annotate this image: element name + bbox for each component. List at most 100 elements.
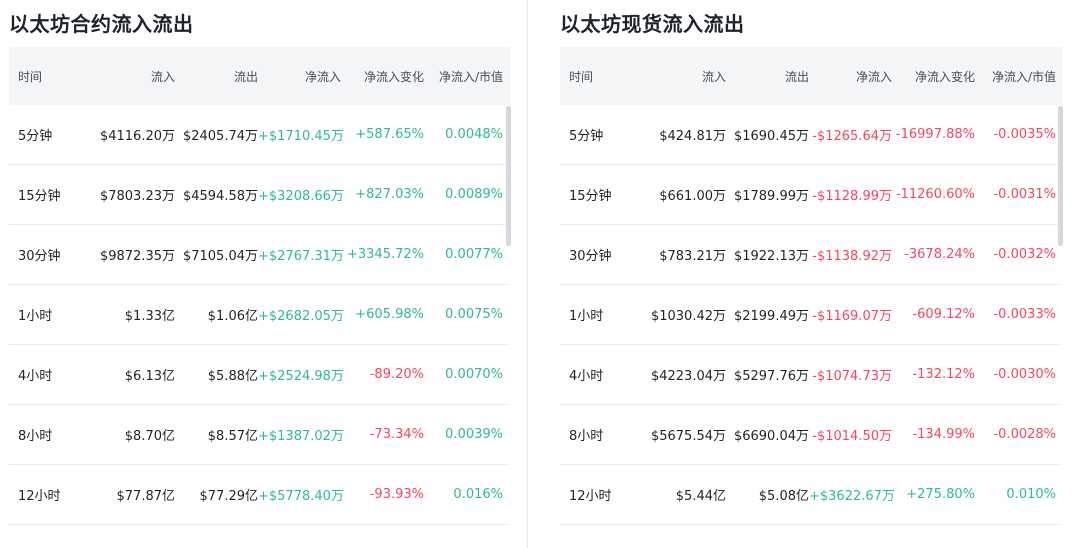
net-inflow-cell: +$2682.05万 [258,309,344,324]
time-cell: 1小时 [569,309,604,324]
header-net-change: 净流入变化 [914,69,975,84]
time-cell: 12小时 [18,489,61,504]
net-change-cell: -3678.24% [904,247,975,262]
inflow-cell: $9872.35万 [99,249,175,264]
table-row: 12小时 $77.87亿 $77.29亿 +$5778.40万 -93.93% 0.016… [9,465,510,525]
outflow-cell: $5.88亿 [207,369,258,384]
table-row: 8小时 $5675.54万 $6690.04万 -$1014.50万 -134.99% -… [560,405,1062,465]
time-cell: 15分钟 [18,189,61,204]
header-outflow: 流出 [233,69,258,84]
net-change-cell: +827.03% [355,187,424,202]
net-change-cell: -132.12% [912,367,975,382]
net-change-cell: -134.99% [912,427,975,442]
panel-title: 以太坊现货流入流出 [560,12,745,36]
panel-title: 以太坊合约流入流出 [9,12,194,36]
fund-flow-page: 以太坊合约流入流出 时间 流入 流出 净流入 净流入变化 净流入/市值 5分钟 $… [0,0,1074,548]
inflow-cell: $1030.42万 [650,309,726,324]
net-inflow-cell: -$1138.92万 [812,249,892,264]
table-row: 15分钟 $661.00万 $1789.99万 -$1128.99万 -11260.60… [560,165,1062,225]
net-inflow-cell: +$2767.31万 [258,249,344,264]
outflow-cell: $4594.58万 [182,189,258,204]
net-change-cell: +3345.72% [346,247,424,262]
time-cell: 8小时 [18,429,53,444]
time-cell: 4小时 [18,369,53,384]
inflow-cell: $7803.23万 [99,189,175,204]
inflow-cell: $4116.20万 [99,129,175,144]
table-row: 5分钟 $424.81万 $1690.45万 -$1265.64万 -16997.88%… [560,105,1062,165]
panel-divider [527,0,528,548]
header-outflow: 流出 [784,69,809,84]
outflow-cell: $6690.04万 [733,429,809,444]
net-inflow-cell: -$1265.64万 [812,129,892,144]
header-time: 时间 [18,69,43,84]
header-net-inflow: 净流入 [304,69,341,84]
table-row: 30分钟 $783.21万 $1922.13万 -$1138.92万 -3678.24%… [560,225,1062,285]
table-row: 1小时 $1030.42万 $2199.49万 -$1169.07万 -609.12% -… [560,285,1062,345]
net-inflow-cell: -$1128.99万 [812,189,892,204]
time-cell: 1小时 [18,309,53,324]
table-row: 12小时 $5.44亿 $5.08亿 +$3622.67万 +275.80% 0.010% [560,465,1062,525]
table-row: 5分钟 $4116.20万 $2405.74万 +$1710.45万 +587.65% 0… [9,105,510,165]
net-market-cap-cell: 0.010% [1006,487,1056,502]
outflow-cell: $2199.49万 [733,309,809,324]
net-inflow-cell: -$1074.73万 [812,369,892,384]
net-inflow-cell: -$1169.07万 [812,309,892,324]
net-change-cell: -93.93% [369,487,424,502]
table-header: 时间 流入 流出 净流入 净流入变化 净流入/市值 [560,47,1062,105]
table-header: 时间 流入 流出 净流入 净流入变化 净流入/市值 [9,47,510,105]
net-market-cap-cell: 0.0039% [445,427,503,442]
futures-flow-panel: 以太坊合约流入流出 时间 流入 流出 净流入 净流入变化 净流入/市值 5分钟 $… [0,0,527,548]
table-scrollbar[interactable] [506,106,511,246]
net-change-cell: -73.34% [369,427,424,442]
net-market-cap-cell: 0.0075% [445,307,503,322]
header-net-change: 净流入变化 [363,69,424,84]
net-change-cell: +275.80% [906,487,975,502]
time-cell: 30分钟 [18,249,61,264]
net-change-cell: -89.20% [369,367,424,382]
net-inflow-cell: +$2524.98万 [258,369,344,384]
net-market-cap-cell: -0.0035% [993,127,1056,142]
spot-flow-table: 时间 流入 流出 净流入 净流入变化 净流入/市值 5分钟 $424.81万 $16… [560,47,1062,525]
table-row: 30分钟 $9872.35万 $7105.04万 +$2767.31万 +3345.72… [9,225,510,285]
inflow-cell: $5675.54万 [650,429,726,444]
header-inflow: 流入 [701,69,726,84]
header-time: 时间 [569,69,594,84]
net-market-cap-cell: 0.016% [453,487,503,502]
table-row: 1小时 $1.33亿 $1.06亿 +$2682.05万 +605.98% 0.0075% [9,285,510,345]
net-inflow-cell: +$3208.66万 [258,189,344,204]
inflow-cell: $8.70亿 [124,429,175,444]
net-market-cap-cell: 0.0077% [445,247,503,262]
net-change-cell: -11260.60% [895,187,975,202]
net-inflow-cell: +$5778.40万 [258,489,344,504]
inflow-cell: $6.13亿 [124,369,175,384]
net-change-cell: +605.98% [355,307,424,322]
net-market-cap-cell: 0.0070% [445,367,503,382]
time-cell: 30分钟 [569,249,612,264]
header-net-market-cap: 净流入/市值 [991,69,1056,84]
time-cell: 8小时 [569,429,604,444]
net-inflow-cell: -$1014.50万 [812,429,892,444]
inflow-cell: $5.44亿 [675,489,726,504]
outflow-cell: $8.57亿 [207,429,258,444]
table-row: 15分钟 $7803.23万 $4594.58万 +$3208.66万 +827.03%… [9,165,510,225]
outflow-cell: $5.08亿 [758,489,809,504]
time-cell: 5分钟 [18,129,53,144]
net-inflow-cell: +$1387.02万 [258,429,344,444]
table-row: 4小时 $6.13亿 $5.88亿 +$2524.98万 -89.20% 0.0070% [9,345,510,405]
outflow-cell: $1922.13万 [733,249,809,264]
inflow-cell: $424.81万 [659,129,726,144]
net-change-cell: -609.12% [912,307,975,322]
net-change-cell: +587.65% [355,127,424,142]
table-row: 4小时 $4223.04万 $5297.76万 -$1074.73万 -132.12% -… [560,345,1062,405]
inflow-cell: $77.87亿 [116,489,176,504]
table-row: 8小时 $8.70亿 $8.57亿 +$1387.02万 -73.34% 0.0039% [9,405,510,465]
outflow-cell: $5297.76万 [733,369,809,384]
header-net-inflow: 净流入 [855,69,892,84]
net-inflow-cell: +$1710.45万 [258,129,344,144]
outflow-cell: $77.29亿 [199,489,259,504]
futures-flow-table: 时间 流入 流出 净流入 净流入变化 净流入/市值 5分钟 $4116.20万 $2… [9,47,510,525]
outflow-cell: $1789.99万 [733,189,809,204]
table-scrollbar[interactable] [1058,106,1063,246]
net-change-cell: -16997.88% [895,127,975,142]
inflow-cell: $1.33亿 [124,309,175,324]
